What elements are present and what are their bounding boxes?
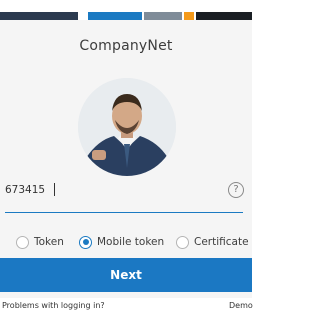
top-color-bar bbox=[0, 0, 252, 20]
radio-mobile-token[interactable]: Mobile token bbox=[79, 233, 164, 251]
next-button[interactable]: Next bbox=[0, 258, 252, 292]
radio-circle-icon bbox=[16, 235, 29, 249]
top-bar-segment-black bbox=[196, 12, 252, 20]
demo-link[interactable]: Demo bbox=[229, 301, 253, 310]
radio-circle-icon bbox=[176, 235, 189, 249]
radio-token-label: Token bbox=[34, 236, 64, 248]
footer-links: Problems with logging in? Demo bbox=[0, 301, 253, 313]
login-code-input[interactable] bbox=[5, 179, 213, 201]
top-bar-segment-blue bbox=[88, 12, 142, 20]
login-method-group: Token Mobile token Certificate bbox=[0, 233, 252, 253]
problems-logging-in-link[interactable]: Problems with logging in? bbox=[2, 301, 105, 310]
user-avatar bbox=[78, 78, 176, 176]
radio-selected-icon bbox=[79, 235, 92, 249]
radio-certificate[interactable]: Certificate bbox=[176, 233, 249, 251]
input-underline bbox=[5, 212, 243, 213]
radio-token[interactable]: Token bbox=[16, 233, 64, 251]
help-icon[interactable]: ? bbox=[228, 182, 244, 198]
radio-mobile-token-label: Mobile token bbox=[97, 236, 165, 248]
top-bar-segment-gray bbox=[144, 12, 182, 20]
login-card: CompanyNet ? Token Mobile token Certific bbox=[0, 20, 252, 298]
avatar-photo bbox=[78, 78, 176, 176]
app-title: CompanyNet bbox=[79, 38, 173, 54]
radio-certificate-label: Certificate bbox=[194, 236, 249, 248]
top-bar-segment-dark bbox=[0, 12, 78, 20]
text-caret bbox=[54, 183, 55, 196]
top-bar-segment-orange bbox=[184, 12, 194, 20]
